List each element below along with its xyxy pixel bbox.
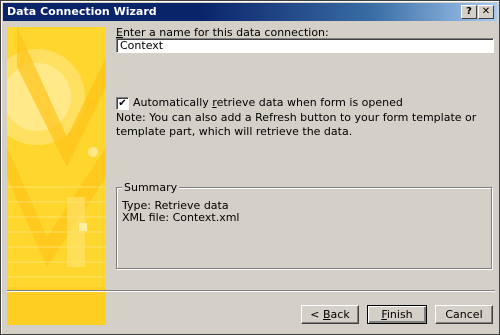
summary-legend: Summary	[122, 181, 180, 194]
back-button[interactable]: < Back	[301, 305, 359, 324]
window-title: Data Connection Wizard	[7, 5, 157, 18]
decorative-art-icon	[7, 27, 106, 325]
auto-retrieve-checkbox[interactable]: ✔	[116, 97, 129, 110]
separator	[7, 290, 495, 292]
cancel-button[interactable]: Cancel	[435, 305, 493, 324]
close-button[interactable]: ✕	[478, 5, 494, 19]
summary-group: Summary Type: Retrieve data XML file: Co…	[116, 181, 492, 269]
dialog-window: Data Connection Wizard ? ✕ Enter a name …	[0, 0, 500, 335]
help-button[interactable]: ?	[461, 5, 477, 19]
summary-xml-file: XML file: Context.xml	[122, 211, 240, 224]
auto-retrieve-label[interactable]: Automatically retrieve data when form is…	[133, 96, 403, 109]
wizard-side-graphic	[7, 27, 106, 325]
connection-name-input[interactable]: Context	[116, 38, 494, 53]
refresh-note: Note: You can also add a Refresh button …	[116, 111, 477, 138]
finish-button[interactable]: Finish	[367, 305, 427, 324]
title-bar[interactable]: Data Connection Wizard ? ✕	[3, 3, 497, 21]
